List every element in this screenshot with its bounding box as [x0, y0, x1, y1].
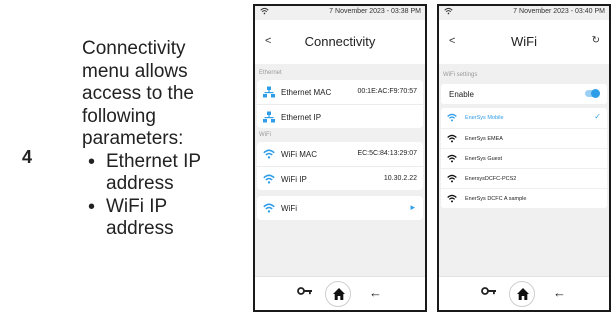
wifi-card: WiFi MAC EC:5C:84:13:29:07 WiFi IP 10.30…	[257, 142, 423, 190]
section-label-wifi: WiFi	[259, 132, 271, 138]
check-icon: ✓	[594, 112, 601, 121]
ethernet-ip-row[interactable]: Ethernet IP	[257, 104, 423, 128]
wifi-mac-label: WiFi MAC	[281, 150, 317, 159]
chevron-right-icon: ▸	[410, 202, 415, 212]
key-icon[interactable]	[481, 286, 497, 296]
description-line: Connectivity	[82, 38, 186, 59]
step-description: Connectivity menu allows access to the f…	[82, 38, 232, 241]
network-name: EnerSys Guest	[465, 156, 502, 162]
wifi-ip-row: WiFi IP 10.30.2.22	[257, 166, 423, 190]
description-line: following	[82, 105, 156, 127]
wifi-icon	[263, 149, 275, 159]
wifi-status-icon	[444, 7, 453, 15]
wifi-icon	[263, 203, 275, 213]
status-time: 7 November 2023 - 03:40 PM	[513, 8, 605, 15]
home-button[interactable]	[325, 281, 351, 307]
refresh-icon[interactable]: ↻	[592, 35, 600, 46]
wifi-screen: 7 November 2023 - 03:40 PM < WiFi ↻ WiFi…	[437, 4, 611, 312]
page-title: WiFi	[511, 34, 537, 49]
network-item[interactable]: EnerSys DCFC A sample	[441, 188, 607, 208]
parameter-item-wifi-ip: WiFi IP address	[82, 196, 232, 241]
network-list: EnerSys Mobile ✓ EnerSys EMEA EnerSys Gu…	[441, 108, 607, 208]
description-line: menu allows	[82, 60, 188, 82]
wifi-menu-item[interactable]: WiFi ▸	[257, 196, 423, 220]
status-time: 7 November 2023 - 03:38 PM	[329, 8, 421, 15]
parameter-item-ethernet-ip: Ethernet IP address	[82, 151, 232, 196]
wifi-menu-label: WiFi	[281, 204, 297, 213]
manual-page: 4 Connectivity menu allows access to the…	[0, 0, 616, 312]
section-label-ethernet: Ethernet	[259, 70, 282, 76]
wifi-icon	[447, 113, 457, 122]
enable-toggle[interactable]	[585, 89, 600, 98]
key-icon[interactable]	[297, 286, 313, 296]
status-bar: 7 November 2023 - 03:40 PM	[439, 6, 609, 18]
connectivity-screen: 7 November 2023 - 03:38 PM < Connectivit…	[253, 4, 427, 312]
status-bar: 7 November 2023 - 03:38 PM	[255, 6, 425, 18]
description-line: parameters:	[82, 128, 184, 149]
home-icon	[517, 288, 529, 300]
back-arrow-icon[interactable]: ←	[553, 285, 566, 300]
wifi-mac-row: WiFi MAC EC:5C:84:13:29:07	[257, 142, 423, 166]
ethernet-icon	[263, 86, 275, 98]
enable-row: Enable	[441, 84, 607, 104]
ethernet-card: Ethernet MAC 00:1E:AC:F9:70:57 Ethernet …	[257, 80, 423, 128]
bottom-navigation: ←	[439, 276, 609, 310]
back-arrow-icon[interactable]: ←	[369, 285, 382, 300]
parameter-list: Ethernet IP address WiFi IP address	[82, 151, 232, 241]
wifi-ip-label: WiFi IP	[281, 175, 307, 184]
network-name: EnerSys DCFC A sample	[465, 196, 527, 202]
ethernet-icon	[263, 111, 275, 123]
description-line: access to the	[82, 83, 194, 104]
wifi-mac-value: EC:5C:84:13:29:07	[357, 150, 417, 157]
home-button[interactable]	[509, 281, 535, 307]
ethernet-mac-value: 00:1E:AC:F9:70:57	[357, 88, 417, 95]
wifi-icon	[447, 174, 457, 183]
network-item[interactable]: EnerSys Guest	[441, 148, 607, 168]
network-item[interactable]: EnerSys Mobile ✓	[441, 108, 607, 128]
network-name: EnersysDCFC-PCS2	[465, 176, 517, 182]
page-title: Connectivity	[304, 34, 376, 49]
bottom-navigation: ←	[255, 276, 425, 310]
title-bar: < Connectivity	[255, 20, 425, 64]
wifi-icon	[447, 134, 457, 143]
wifi-icon	[447, 194, 457, 203]
network-name: EnerSys Mobile	[465, 115, 504, 121]
ethernet-mac-row: Ethernet MAC 00:1E:AC:F9:70:57	[257, 80, 423, 104]
section-label-wifi-settings: WiFi settings	[443, 72, 478, 78]
ethernet-ip-label: Ethernet IP	[281, 113, 322, 122]
wifi-icon	[447, 154, 457, 163]
wifi-icon	[263, 174, 275, 184]
title-bar: < WiFi ↻	[439, 20, 609, 64]
network-item[interactable]: EnersysDCFC-PCS2	[441, 168, 607, 188]
wifi-menu-card: WiFi ▸	[257, 196, 423, 220]
wifi-ip-value: 10.30.2.22	[383, 175, 417, 182]
wifi-status-icon	[260, 7, 269, 15]
home-icon	[333, 288, 345, 300]
network-item[interactable]: EnerSys EMEA	[441, 128, 607, 148]
network-name: EnerSys EMEA	[465, 136, 503, 142]
enable-label: Enable	[449, 90, 474, 99]
ethernet-mac-label: Ethernet MAC	[281, 88, 332, 97]
step-number: 4	[22, 147, 33, 167]
